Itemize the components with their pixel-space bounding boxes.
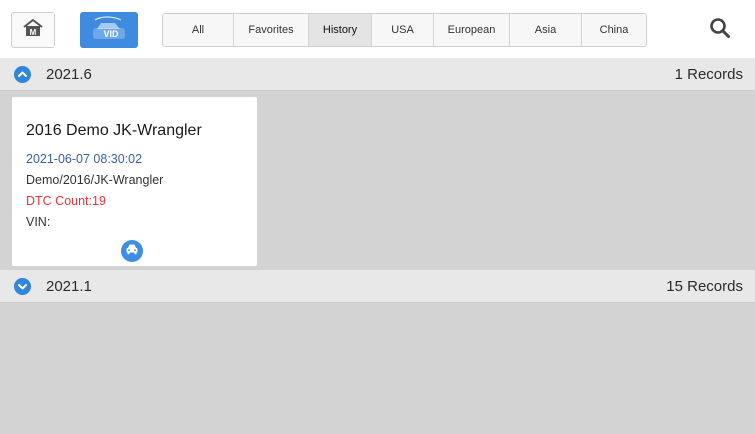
group-header-2021-1[interactable]: 2021.1 15 Records xyxy=(0,270,755,303)
vehicle-path: Demo/2016/JK-Wrangler xyxy=(26,173,164,187)
group-title: 2021.1 xyxy=(46,278,92,295)
vid-car-icon: VID xyxy=(87,14,131,47)
record-date: 2021-06-07 08:30:02 xyxy=(26,152,143,166)
search-button[interactable] xyxy=(703,13,737,47)
history-list: 2021.6 1 Records 2016 Demo JK-Wrangler 2… xyxy=(0,58,755,434)
tab-favorites[interactable]: Favorites xyxy=(234,14,309,46)
top-toolbar: M VID All Favorites History USA European… xyxy=(0,0,755,58)
tab-label: Asia xyxy=(534,24,557,36)
car-front-icon xyxy=(125,242,139,260)
group-title: 2021.6 xyxy=(46,66,92,83)
chevron-up-icon[interactable] xyxy=(14,66,31,83)
vid-label: VID xyxy=(103,29,119,39)
vin-label: VIN: xyxy=(26,215,51,229)
group-record-count: 15 Records xyxy=(666,278,743,295)
tab-usa[interactable]: USA xyxy=(372,14,434,46)
dtc-count: DTC Count:19 xyxy=(26,194,106,208)
chevron-down-icon[interactable] xyxy=(14,278,31,295)
tab-european[interactable]: European xyxy=(434,14,510,46)
vehicle-record-card[interactable]: 2016 Demo JK-Wrangler 2021-06-07 08:30:0… xyxy=(12,97,257,266)
vid-button[interactable]: VID xyxy=(80,12,138,48)
car-diagnose-button[interactable] xyxy=(121,240,143,262)
home-button[interactable]: M xyxy=(11,12,55,48)
category-tabs: All Favorites History USA European Asia … xyxy=(162,13,647,47)
tab-all[interactable]: All xyxy=(163,14,234,46)
vehicle-name: 2016 Demo JK-Wrangler xyxy=(26,122,202,139)
tab-label: USA xyxy=(391,24,414,36)
tab-label: All xyxy=(191,24,205,36)
tab-asia[interactable]: Asia xyxy=(510,14,582,46)
home-icon: M xyxy=(22,18,44,43)
tab-history[interactable]: History xyxy=(309,14,372,46)
tab-label: European xyxy=(447,24,496,36)
tab-china[interactable]: China xyxy=(582,14,646,46)
tab-label: Favorites xyxy=(248,24,294,36)
group-record-count: 1 Records xyxy=(674,66,743,83)
tab-label: History xyxy=(322,24,358,36)
tab-label: China xyxy=(599,24,629,36)
svg-text:M: M xyxy=(30,28,37,37)
group-header-2021-6[interactable]: 2021.6 1 Records xyxy=(0,58,755,91)
search-icon xyxy=(709,17,731,44)
